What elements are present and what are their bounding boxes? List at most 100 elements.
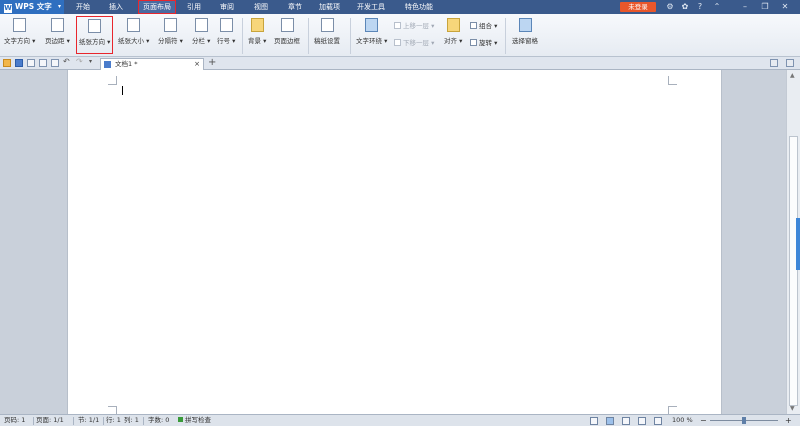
gear-icon[interactable]: ⚙ bbox=[665, 2, 675, 12]
save-icon[interactable] bbox=[15, 59, 23, 67]
ribbon-divider bbox=[242, 18, 243, 54]
status-word-count[interactable]: 字数: 0 bbox=[148, 415, 169, 426]
quick-access-dropdown-icon[interactable]: ▾ bbox=[89, 59, 97, 67]
app-menu-button[interactable]: W WPS 文字 ▾ bbox=[0, 0, 64, 14]
zoom-in-button[interactable]: + bbox=[785, 415, 792, 426]
paper-orientation-icon bbox=[88, 19, 102, 33]
web-view-icon[interactable] bbox=[638, 417, 646, 425]
document-tab-title: 文档1 * bbox=[115, 60, 138, 68]
menu-home[interactable]: 开始 bbox=[76, 0, 90, 14]
paper-size-icon bbox=[127, 18, 141, 32]
manuscript-setup-button[interactable]: 稿纸设置 bbox=[314, 18, 340, 45]
wps-logo-icon: W bbox=[4, 4, 12, 13]
select-pane-button[interactable]: 选择窗格 bbox=[512, 18, 538, 45]
margin-corner-mark bbox=[108, 76, 117, 85]
close-tab-icon[interactable]: × bbox=[194, 59, 200, 69]
open-file-icon[interactable] bbox=[3, 59, 11, 67]
login-button[interactable]: 未登录 bbox=[620, 2, 656, 12]
new-tab-button[interactable]: + bbox=[208, 57, 216, 69]
menu-review[interactable]: 审阅 bbox=[220, 0, 234, 14]
status-section: 节: 1/1 bbox=[78, 416, 100, 424]
background-button[interactable]: 背景 ▾ bbox=[248, 18, 266, 45]
ribbon-toolbar: 文字方向 ▾ 页边距 ▾ 纸张方向 ▾ 纸张大小 ▾ 分隔符 ▾ 分栏 ▾ 行号… bbox=[0, 14, 800, 57]
margins-button[interactable]: 页边距 ▾ bbox=[45, 18, 70, 45]
columns-button[interactable]: 分栏 ▾ bbox=[192, 18, 210, 45]
window-layout-icon[interactable] bbox=[770, 59, 778, 67]
menu-insert[interactable]: 插入 bbox=[109, 0, 123, 14]
print-icon[interactable] bbox=[39, 59, 47, 67]
scroll-down-icon[interactable]: ▼ bbox=[790, 405, 795, 412]
status-column: 列: 1 bbox=[124, 416, 139, 424]
text-direction-icon bbox=[13, 18, 27, 32]
status-page-number: 页码: 1 bbox=[4, 416, 26, 424]
page-border-button[interactable]: 页面边框 bbox=[274, 18, 300, 45]
scroll-up-icon[interactable]: ▲ bbox=[790, 72, 795, 79]
ribbon-divider bbox=[350, 18, 351, 54]
menu-references[interactable]: 引用 bbox=[187, 0, 201, 14]
spell-check-toggle[interactable]: 拼写检查 bbox=[178, 415, 211, 426]
minimize-icon[interactable]: – bbox=[740, 2, 750, 12]
menu-developer[interactable]: 开发工具 bbox=[357, 0, 385, 14]
rotate-button[interactable]: 旋转 ▾ bbox=[470, 37, 497, 47]
spell-check-icon bbox=[178, 417, 183, 422]
title-bar: W WPS 文字 ▾ 开始 插入 页面布局 引用 审阅 视图 章节 加载项 开发工… bbox=[0, 0, 800, 14]
send-backward-button[interactable]: 下移一层 ▾ bbox=[394, 37, 434, 47]
paper-size-button[interactable]: 纸张大小 ▾ bbox=[118, 18, 149, 45]
align-icon bbox=[446, 18, 460, 32]
menu-special-features[interactable]: 特色功能 bbox=[405, 0, 433, 14]
line-numbers-button[interactable]: 行号 ▾ bbox=[217, 18, 235, 45]
document-tab[interactable]: 文档1 * × bbox=[100, 58, 204, 70]
tile-windows-icon[interactable] bbox=[786, 59, 794, 67]
paper-orientation-button[interactable]: 纸张方向 ▾ bbox=[76, 16, 114, 54]
pdf-export-icon[interactable] bbox=[27, 59, 35, 67]
document-icon bbox=[104, 61, 111, 68]
skin-icon[interactable]: ✿ bbox=[680, 2, 690, 12]
columns-icon bbox=[194, 18, 208, 32]
full-screen-view-icon[interactable] bbox=[590, 417, 598, 425]
separator-button[interactable]: 分隔符 ▾ bbox=[158, 18, 183, 45]
menu-view[interactable]: 视图 bbox=[254, 0, 268, 14]
status-divider bbox=[143, 417, 144, 425]
ribbon-divider bbox=[505, 18, 506, 54]
status-divider bbox=[103, 417, 104, 425]
align-button[interactable]: 对齐 ▾ bbox=[444, 18, 462, 45]
status-bar: 页码: 1 页面: 1/1 节: 1/1 行: 1 列: 1 字数: 0 拼写检… bbox=[0, 414, 800, 426]
restore-icon[interactable]: ❐ bbox=[760, 2, 770, 12]
menu-page-layout[interactable]: 页面布局 bbox=[138, 0, 176, 14]
page-border-icon bbox=[280, 18, 294, 32]
text-wrap-icon bbox=[365, 18, 379, 32]
text-direction-button[interactable]: 文字方向 ▾ bbox=[4, 18, 35, 45]
redo-icon[interactable]: ↷ bbox=[76, 58, 84, 67]
scrollbar-thumb[interactable] bbox=[789, 136, 798, 406]
zoom-level[interactable]: 100 % bbox=[672, 415, 693, 426]
app-name: WPS 文字 bbox=[15, 2, 52, 11]
margin-corner-mark bbox=[668, 76, 677, 85]
document-page[interactable] bbox=[67, 70, 722, 415]
close-icon[interactable]: ✕ bbox=[780, 2, 790, 12]
text-cursor bbox=[122, 86, 123, 95]
status-divider bbox=[33, 417, 34, 425]
group-icon bbox=[470, 22, 477, 29]
text-wrap-button[interactable]: 文字环绕 ▾ bbox=[356, 18, 387, 45]
bring-forward-button[interactable]: 上移一层 ▾ bbox=[394, 20, 434, 30]
menu-addins[interactable]: 加载项 bbox=[319, 0, 340, 14]
margins-icon bbox=[50, 18, 64, 32]
menu-chapter[interactable]: 章节 bbox=[288, 0, 302, 14]
zoom-slider-handle[interactable] bbox=[742, 417, 746, 424]
send-backward-icon bbox=[394, 39, 401, 46]
document-canvas[interactable] bbox=[0, 70, 786, 415]
page-view-icon[interactable] bbox=[606, 417, 614, 425]
reading-view-icon[interactable] bbox=[654, 417, 662, 425]
undo-icon[interactable]: ↶ bbox=[63, 58, 71, 67]
manuscript-icon bbox=[320, 18, 334, 32]
side-panel-tab[interactable] bbox=[796, 218, 800, 270]
line-numbers-icon bbox=[219, 18, 233, 32]
group-button[interactable]: 组合 ▾ bbox=[470, 20, 497, 30]
ribbon-divider bbox=[308, 18, 309, 54]
outline-view-icon[interactable] bbox=[622, 417, 630, 425]
zoom-out-button[interactable]: − bbox=[700, 415, 707, 426]
help-icon[interactable]: ? bbox=[695, 2, 705, 12]
minimize-ribbon-icon[interactable]: ⌃ bbox=[712, 2, 722, 12]
status-row: 行: 1 bbox=[106, 416, 121, 424]
print-preview-icon[interactable] bbox=[51, 59, 59, 67]
